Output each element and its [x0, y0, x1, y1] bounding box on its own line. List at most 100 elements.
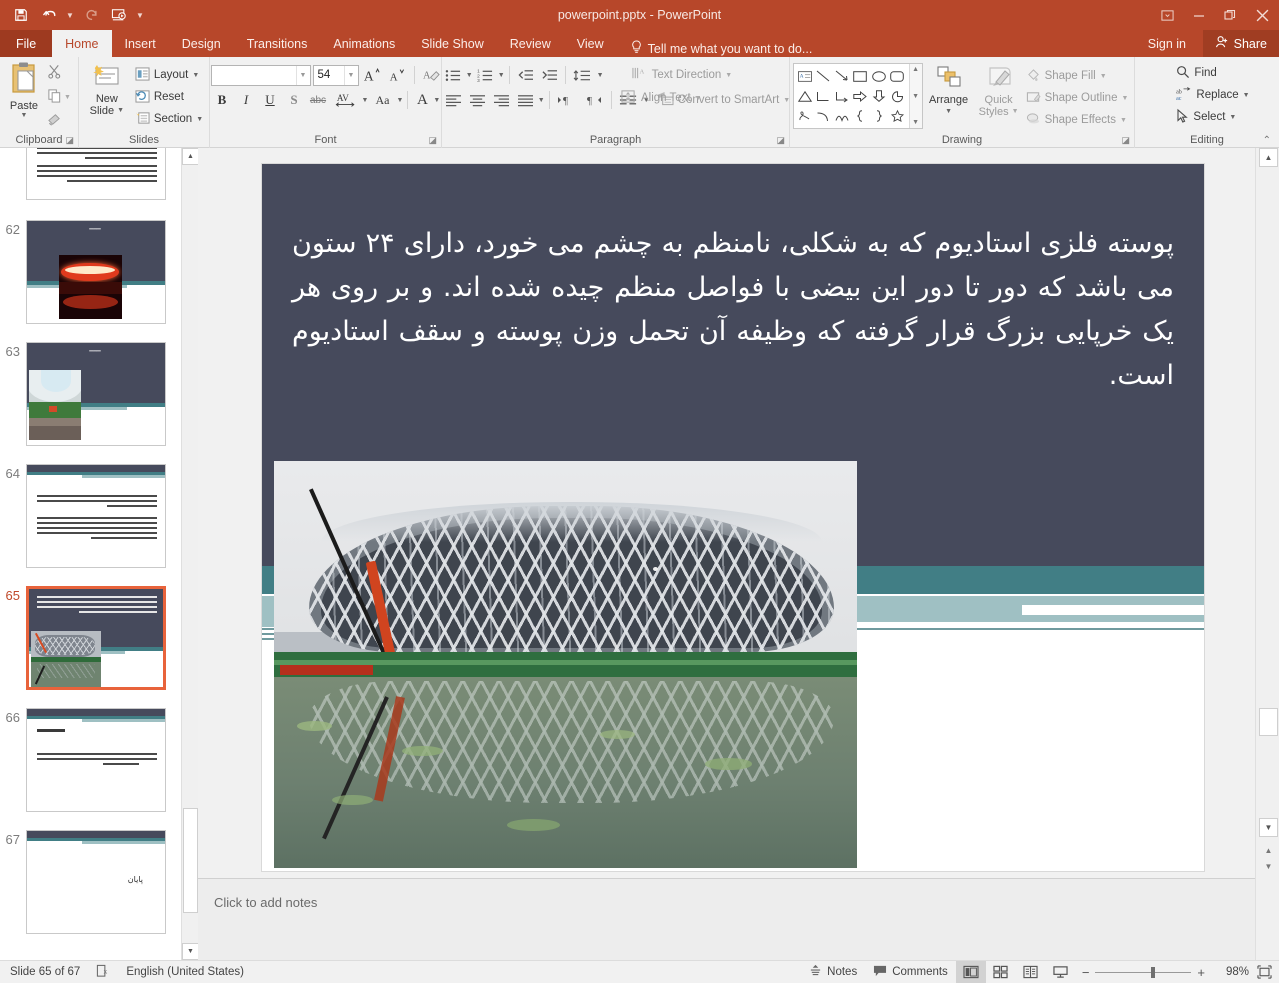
bullets-dropdown-icon[interactable]: ▼ [466, 72, 473, 79]
left-to-right-button[interactable]: ¶ [554, 89, 580, 111]
shape-outline-button[interactable]: Shape Outline ▼ [1023, 87, 1132, 109]
thumbnail-slide-64[interactable]: 64 [0, 464, 181, 568]
thumbnail-scroll-up-icon[interactable]: ▲ [182, 148, 199, 165]
increase-indent-button[interactable] [538, 64, 561, 86]
shape-right-brace-icon[interactable] [870, 106, 889, 126]
thumbnail-slide-63[interactable]: 63 ▔▔▔ [0, 342, 181, 446]
thumbnail-slide-62[interactable]: 62 ▔▔▔ [0, 220, 181, 324]
center-button[interactable] [466, 89, 489, 111]
restore-icon[interactable] [1214, 0, 1245, 30]
change-case-dropdown-icon[interactable]: ▼ [396, 97, 403, 104]
quick-styles-button[interactable]: Quick Styles ▼ [975, 61, 1023, 120]
right-to-left-button[interactable]: ¶ [581, 89, 607, 111]
share-button[interactable]: Share [1202, 30, 1279, 57]
current-slide[interactable]: پوسته فلزی استادیوم که به شکلی، نامنظم ب… [262, 164, 1204, 871]
editor-scroll-down-icon[interactable]: ▼ [1259, 818, 1278, 837]
slide-thumbnail-panel[interactable]: 61 62 ▔▔▔ [0, 148, 181, 960]
zoom-handle[interactable] [1151, 966, 1156, 978]
thumbnail-slide-65[interactable]: 65 [0, 586, 181, 690]
shape-left-brace-icon[interactable] [851, 106, 870, 126]
redo-icon[interactable] [78, 3, 104, 27]
tab-view[interactable]: View [564, 30, 617, 57]
italic-button[interactable]: I [235, 89, 258, 111]
shape-fill-button[interactable]: Shape Fill ▼ [1023, 65, 1132, 87]
arrange-dropdown-icon[interactable]: ▼ [945, 106, 952, 118]
align-right-button[interactable] [490, 89, 513, 111]
shape-triangle-icon[interactable] [796, 86, 815, 106]
shape-rectangle-icon[interactable] [851, 66, 870, 86]
shape-effects-dropdown-icon[interactable]: ▼ [1120, 117, 1127, 124]
format-painter-button[interactable] [47, 111, 77, 132]
shape-line-icon[interactable] [814, 66, 833, 86]
thumbnail-slide-61[interactable]: 61 [0, 148, 181, 200]
font-dialog-launcher[interactable]: ◪ [428, 135, 437, 146]
replace-dropdown-icon[interactable]: ▼ [1243, 92, 1250, 99]
line-spacing-button[interactable] [570, 64, 596, 86]
change-case-button[interactable]: Aa [369, 89, 395, 111]
thumbnail-preview[interactable] [26, 464, 166, 568]
shapes-gallery-scrollbar[interactable]: ▲ ▼ ▼ [908, 64, 922, 128]
select-button[interactable]: Select ▼ [1173, 106, 1239, 128]
shape-down-arrow-icon[interactable] [870, 86, 889, 106]
character-spacing-button[interactable]: AV [331, 89, 361, 111]
slide-sorter-icon[interactable] [986, 961, 1016, 983]
shape-textbox-icon[interactable]: A [796, 66, 815, 86]
shape-rounded-rect-icon[interactable] [888, 66, 907, 86]
find-button[interactable]: Find [1173, 62, 1219, 84]
strikethrough-button[interactable]: abc [307, 89, 330, 111]
text-shadow-button[interactable]: S [283, 89, 306, 111]
thumbnail-preview[interactable]: ▔▔▔ [26, 220, 166, 324]
zoom-in-button[interactable]: + [1197, 965, 1205, 980]
font-size-dropdown-icon[interactable]: ▼ [343, 65, 358, 85]
shapes-gallery[interactable]: A ▲ ▼ ▼ [792, 63, 923, 129]
next-slide-button[interactable]: ▼ [1259, 858, 1278, 874]
paragraph-dialog-launcher[interactable]: ◪ [776, 135, 785, 146]
tab-home[interactable]: Home [52, 30, 112, 57]
ribbon-display-options-icon[interactable] [1152, 0, 1183, 30]
shape-arrow-icon[interactable] [833, 66, 852, 86]
underline-button[interactable]: U [259, 89, 282, 111]
thumbnail-slide-67[interactable]: 67 پایان [0, 830, 181, 934]
slide-editor-scrollbar[interactable]: ▲ ▼ ▲ ▼ [1255, 148, 1279, 960]
reading-view-icon[interactable] [1016, 961, 1046, 983]
shape-elbow-connector-icon[interactable] [814, 86, 833, 106]
tab-file[interactable]: File [0, 30, 53, 57]
shapes-gallery-more-icon[interactable]: ▼ [912, 119, 919, 126]
shape-scribble-icon[interactable] [796, 106, 815, 126]
numbering-button[interactable]: 123 [474, 64, 497, 86]
shapes-scroll-down-icon[interactable]: ▼ [912, 93, 919, 100]
thumbnail-panel-scrollbar[interactable]: ▲ ▼ [181, 148, 199, 960]
paste-button[interactable]: Paste ▼ [1, 61, 47, 119]
previous-slide-button[interactable]: ▲ [1259, 842, 1278, 858]
language-indicator[interactable]: English (United States) [126, 966, 244, 978]
close-icon[interactable] [1245, 0, 1279, 30]
zoom-out-button[interactable]: − [1082, 965, 1090, 980]
shape-effects-button[interactable]: Shape Effects ▼ [1023, 109, 1132, 131]
align-dropdown-icon[interactable]: ▼ [538, 97, 545, 104]
thumbnail-scrollbar-thumb[interactable] [183, 808, 198, 913]
align-text-dropdown-icon[interactable]: ▼ [695, 95, 702, 102]
decrease-font-size-button[interactable]: A [386, 64, 409, 86]
quick-styles-dropdown-icon[interactable]: ▼ [1012, 106, 1019, 118]
thumbnail-slide-66[interactable]: 66 [0, 708, 181, 812]
tab-insert[interactable]: Insert [112, 30, 169, 57]
drawing-dialog-launcher[interactable]: ◪ [1121, 135, 1130, 146]
text-direction-button[interactable]: A Text Direction ▼ [628, 64, 736, 86]
slide-image-birds-nest-stadium[interactable] [274, 461, 857, 868]
zoom-level[interactable]: 98% [1211, 966, 1249, 978]
align-text-button[interactable]: Align Text ▼ [617, 87, 705, 109]
shape-pie-icon[interactable] [888, 86, 907, 106]
spelling-icon[interactable]: x [96, 964, 110, 981]
text-direction-dropdown-icon[interactable]: ▼ [725, 72, 732, 79]
shape-outline-dropdown-icon[interactable]: ▼ [1121, 95, 1128, 102]
notes-pane[interactable]: Click to add notes [198, 878, 1255, 960]
shape-right-arrow-icon[interactable] [851, 86, 870, 106]
comments-toggle-button[interactable]: Comments [865, 961, 956, 983]
thumbnail-preview-selected[interactable] [26, 586, 166, 690]
shape-fill-dropdown-icon[interactable]: ▼ [1100, 73, 1107, 80]
thumbnail-scroll-down-icon[interactable]: ▼ [182, 943, 199, 960]
save-icon[interactable] [8, 3, 34, 27]
tab-animations[interactable]: Animations [320, 30, 408, 57]
font-color-button[interactable]: A [412, 89, 432, 111]
tab-slide-show[interactable]: Slide Show [408, 30, 497, 57]
